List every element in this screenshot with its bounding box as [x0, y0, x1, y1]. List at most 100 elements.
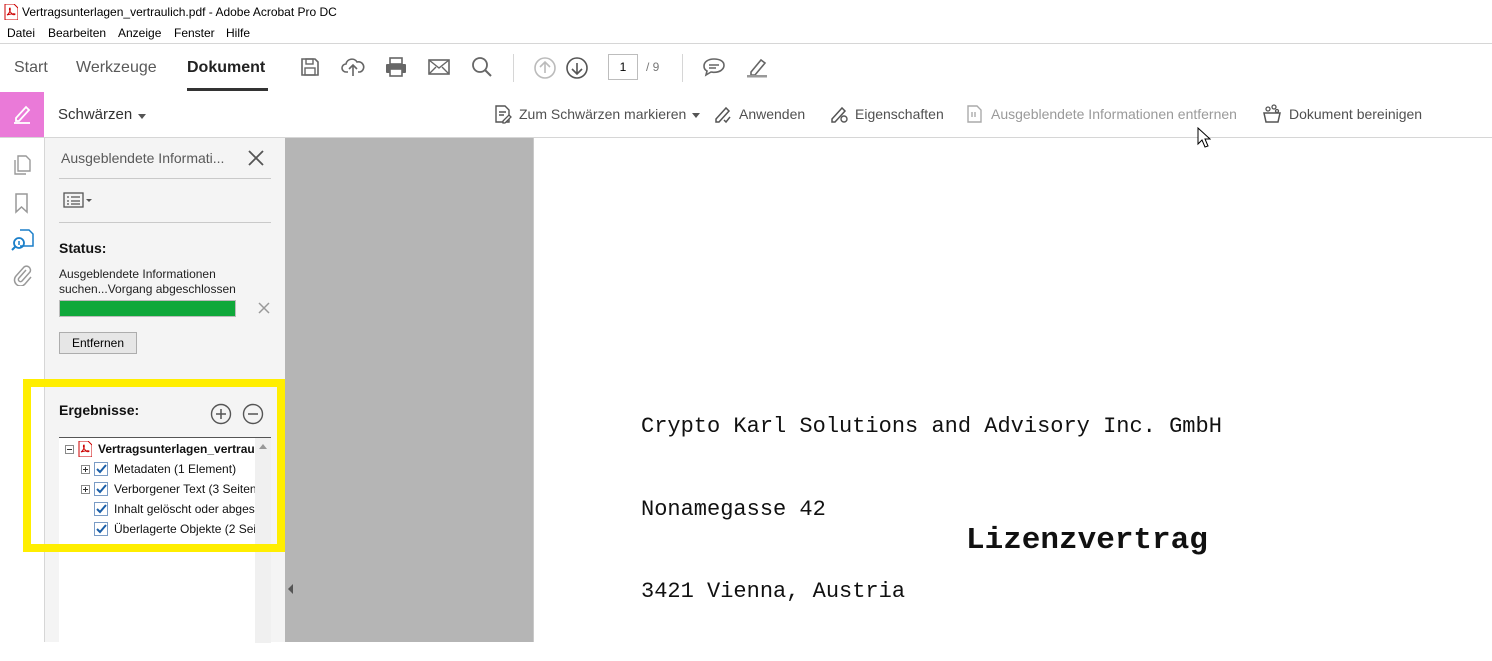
address-line: Crypto Karl Solutions and Advisory Inc. …	[641, 414, 1222, 439]
collapse-panel-arrow-icon[interactable]	[288, 584, 293, 594]
chevron-down-icon	[692, 112, 701, 118]
email-icon[interactable]	[427, 56, 451, 78]
tree-item-hidden-text[interactable]: Verborgener Text (3 Seiten)	[81, 479, 271, 499]
tree-item-label: Inhalt gelöscht oder abgeschnitten	[114, 502, 271, 516]
menu-fenster[interactable]: Fenster	[174, 26, 215, 40]
status-line: Ausgeblendete Informationen	[59, 267, 216, 281]
document-gutter	[285, 138, 533, 642]
search-icon[interactable]	[470, 56, 494, 78]
expand-toggle-icon[interactable]	[81, 464, 90, 474]
properties-label: Eigenschaften	[855, 106, 944, 122]
tree-item-deleted-content[interactable]: Inhalt gelöscht oder abgeschnitten	[94, 499, 271, 519]
mark-redaction-label: Zum Schwärzen markieren	[519, 106, 687, 122]
divider	[59, 178, 271, 179]
sanitize-icon	[1261, 103, 1283, 125]
tree-item-label: Überlagerte Objekte (2 Seiten)	[114, 522, 271, 536]
tree-scrollbar[interactable]	[255, 438, 271, 643]
window-title: Vertragsunterlagen_vertraulich.pdf - Ado…	[22, 5, 337, 19]
address-line: 3421 Vienna, Austria	[641, 579, 906, 604]
apply-icon	[713, 104, 733, 124]
close-icon[interactable]	[246, 148, 266, 168]
sanitize-button[interactable]: Dokument bereinigen	[1261, 103, 1422, 125]
pages-icon[interactable]	[11, 154, 33, 176]
document-heading: Lizenzvertrag	[966, 523, 1208, 558]
apply-label: Anwenden	[739, 106, 806, 122]
apply-button[interactable]: Anwenden	[713, 103, 805, 125]
divider	[59, 222, 271, 223]
comment-icon[interactable]	[702, 56, 726, 78]
collapse-toggle-icon[interactable]	[65, 444, 74, 454]
mark-redaction-button[interactable]: Zum Schwärzen markieren	[493, 103, 701, 125]
redact-tool-title: Schwärzen	[58, 106, 133, 123]
progress-fill	[60, 301, 235, 316]
main-toolbar: Start Werkzeuge Dokument 1 / 9	[0, 43, 1492, 93]
toolbar-separator	[513, 54, 514, 82]
tab-werkzeuge[interactable]: Werkzeuge	[76, 59, 157, 77]
tab-start[interactable]: Start	[14, 59, 48, 77]
results-heading: Ergebnisse:	[59, 402, 140, 418]
checkbox-checked-icon[interactable]	[94, 522, 108, 536]
document-page: Crypto Karl Solutions and Advisory Inc. …	[533, 138, 1492, 642]
tree-item-label: Metadaten (1 Element)	[114, 462, 237, 476]
status-message: Ausgeblendete Informationen suchen...Vor…	[59, 267, 239, 297]
page-total: / 9	[646, 60, 660, 74]
highlight-pen-icon[interactable]	[745, 56, 769, 78]
left-navigation-rail	[0, 138, 45, 642]
redact-tool-menu[interactable]: Schwärzen	[58, 106, 147, 123]
upload-icon[interactable]	[341, 56, 365, 78]
menu-hilfe[interactable]: Hilfe	[226, 26, 250, 40]
properties-icon	[829, 104, 849, 124]
pdf-file-icon	[78, 441, 92, 457]
tree-item-metadata[interactable]: Metadaten (1 Element)	[81, 459, 271, 479]
redact-toolbar: Schwärzen Zum Schwärzen markieren Anwend…	[0, 92, 1492, 138]
redact-tool-tile[interactable]	[0, 92, 44, 137]
redact-pen-icon	[11, 103, 33, 125]
bookmark-icon[interactable]	[11, 192, 33, 214]
checkbox-checked-icon[interactable]	[94, 462, 108, 476]
status-line: suchen...Vorgang abgeschlossen	[59, 282, 236, 296]
pdf-file-icon	[4, 4, 18, 20]
status-heading: Status:	[59, 240, 107, 256]
cancel-search-icon[interactable]	[258, 302, 270, 314]
tree-root[interactable]: Vertragsunterlagen_vertrau	[65, 439, 271, 459]
chevron-down-icon	[138, 114, 147, 119]
menu-datei[interactable]: Datei	[7, 26, 35, 40]
sanitize-label: Dokument bereinigen	[1289, 106, 1423, 122]
mouse-cursor-icon	[1197, 127, 1211, 149]
tree-item-overlapping-objects[interactable]: Überlagerte Objekte (2 Seiten)	[94, 519, 271, 539]
expand-all-icon[interactable]	[210, 403, 232, 425]
address-block: Crypto Karl Solutions and Advisory Inc. …	[641, 358, 1222, 661]
options-menu-icon[interactable]	[63, 192, 95, 210]
progress-bar	[59, 300, 236, 317]
scroll-up-arrow-icon[interactable]	[259, 444, 267, 449]
mark-redaction-icon	[493, 104, 513, 124]
remove-hidden-info-icon	[965, 104, 985, 124]
hidden-info-icon[interactable]	[11, 228, 35, 252]
remove-button[interactable]: Entfernen	[59, 332, 137, 354]
page-up-icon[interactable]	[533, 56, 557, 80]
panel-title: Ausgeblendete Informati...	[61, 150, 225, 166]
toolbar-separator	[682, 54, 683, 82]
remove-hidden-info-label: Ausgeblendete Informationen entfernen	[991, 106, 1237, 122]
active-tab-indicator	[187, 88, 268, 91]
save-icon[interactable]	[299, 56, 321, 78]
title-bar: Vertragsunterlagen_vertraulich.pdf - Ado…	[0, 0, 1492, 24]
menu-bar: Datei Bearbeiten Anzeige Fenster Hilfe	[0, 24, 1492, 42]
menu-bearbeiten[interactable]: Bearbeiten	[48, 26, 106, 40]
address-line: Nonamegasse 42	[641, 496, 826, 522]
checkbox-checked-icon[interactable]	[94, 502, 108, 516]
remove-hidden-info-button[interactable]: Ausgeblendete Informationen entfernen	[965, 103, 1237, 125]
collapse-all-icon[interactable]	[242, 403, 264, 425]
menu-anzeige[interactable]: Anzeige	[118, 26, 161, 40]
attachment-icon[interactable]	[11, 264, 33, 286]
hidden-info-panel: Ausgeblendete Informati... Status: Ausge…	[45, 138, 285, 643]
tab-dokument[interactable]: Dokument	[187, 59, 265, 77]
tree-root-label: Vertragsunterlagen_vertrau	[98, 442, 255, 456]
properties-button[interactable]: Eigenschaften	[829, 103, 944, 125]
expand-toggle-icon[interactable]	[81, 484, 90, 494]
print-icon[interactable]	[384, 56, 408, 78]
checkbox-checked-icon[interactable]	[94, 482, 108, 496]
page-down-icon[interactable]	[565, 56, 589, 80]
page-number-input[interactable]: 1	[608, 54, 638, 80]
results-tree: Vertragsunterlagen_vertrau Metadaten (1 …	[59, 437, 271, 643]
